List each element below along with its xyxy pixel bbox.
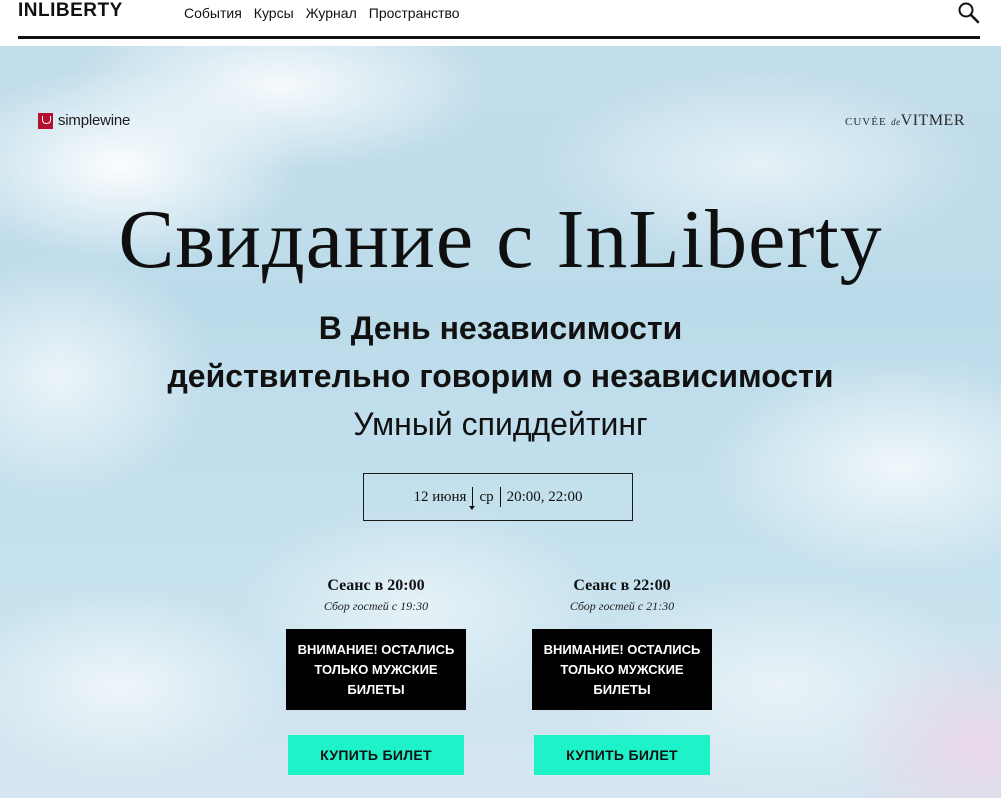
event-subtitle-line-3: Умный спиддейтинг xyxy=(353,406,648,442)
nav-item-events[interactable]: События xyxy=(184,5,242,21)
site-logo[interactable]: INLIBERTY xyxy=(18,0,123,22)
site-header: INLIBERTY События Курсы Журнал Пространс… xyxy=(0,0,1001,46)
nav-item-space[interactable]: Пространство xyxy=(369,5,460,21)
session-22-warning-badge: ВНИМАНИЕ! ОСТАЛИСЬ ТОЛЬКО МУЖСКИЕ БИЛЕТЫ xyxy=(532,629,712,710)
sponsor-cuvee-prefix: CUVÉE xyxy=(845,116,887,128)
event-date-box: 12 июня ср 20:00, 22:00 xyxy=(363,473,633,521)
event-subtitle-line-2: действительно говорим о независимости xyxy=(167,358,834,394)
session-20-header: Сеанс в 20:00 Сбор гостей с 19:30 xyxy=(286,576,466,614)
session-title: Сеанс в 20:00 xyxy=(327,577,425,594)
session-title: Сеанс в 22:00 xyxy=(573,577,671,594)
simplewine-glass-icon xyxy=(38,112,53,129)
session-gathering-note: Сбор гостей с 19:30 xyxy=(323,599,429,613)
session-gathering-note: Сбор гостей с 21:30 xyxy=(569,599,675,613)
sponsor-cuvee-de: de xyxy=(891,117,901,127)
event-subtitle-line-1: В День независимости xyxy=(318,310,683,346)
sponsor-cuvee-vitmer-logo[interactable]: CUVÉE deVITMER xyxy=(845,112,965,130)
date-separator-arrow-icon xyxy=(469,487,476,510)
header-divider xyxy=(18,36,980,39)
nav-item-journal[interactable]: Журнал xyxy=(306,5,357,21)
session-22-header: Сеанс в 22:00 Сбор гостей с 21:30 xyxy=(532,576,712,614)
event-date-times: 20:00, 22:00 xyxy=(506,488,583,505)
sponsor-cuvee-name: VITMER xyxy=(900,112,965,129)
search-icon[interactable] xyxy=(957,1,981,25)
event-date-weekday: ср xyxy=(479,488,494,505)
nav-item-courses[interactable]: Курсы xyxy=(254,5,294,21)
sponsor-simplewine-logo[interactable]: simplewine xyxy=(38,112,130,129)
session-20-warning-badge: ВНИМАНИЕ! ОСТАЛИСЬ ТОЛЬКО МУЖСКИЕ БИЛЕТЫ xyxy=(286,629,466,710)
event-hero: simplewine CUVÉE deVITMER Свидание с InL… xyxy=(0,46,1001,798)
main-nav: События Курсы Журнал Пространство xyxy=(184,5,460,21)
buy-ticket-20-button[interactable]: КУПИТЬ БИЛЕТ xyxy=(288,735,464,775)
date-separator xyxy=(499,487,501,507)
buy-ticket-22-button[interactable]: КУПИТЬ БИЛЕТ xyxy=(534,735,710,775)
event-title: Свидание с InLiberty xyxy=(118,193,883,286)
event-date-day: 12 июня xyxy=(413,488,467,505)
sponsor-simplewine-label: simplewine xyxy=(58,112,131,129)
